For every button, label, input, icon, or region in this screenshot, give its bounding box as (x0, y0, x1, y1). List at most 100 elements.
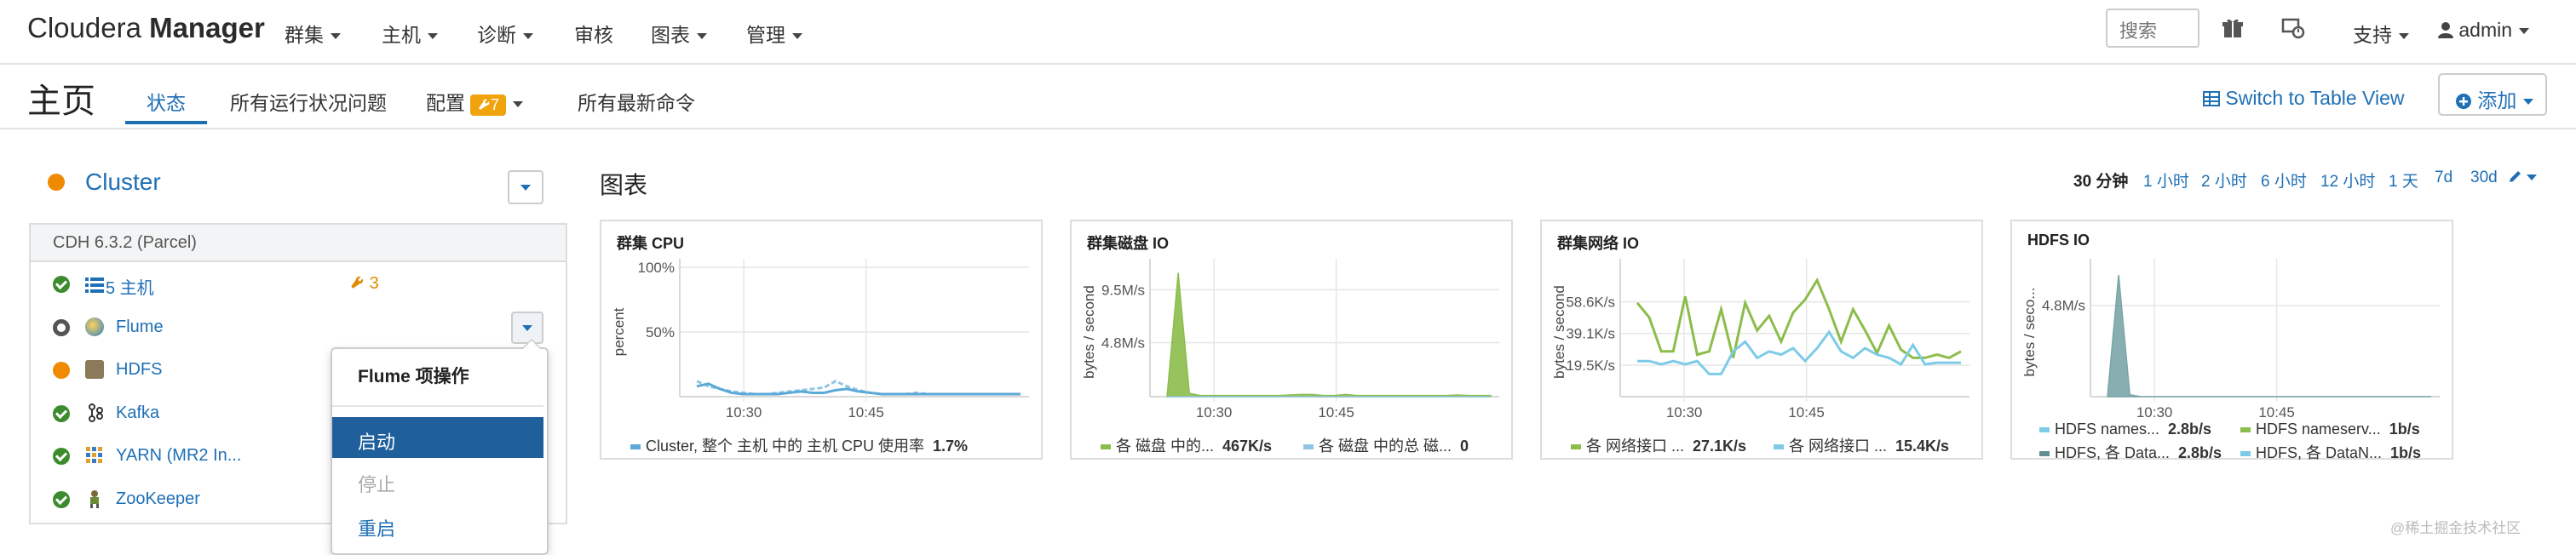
chart-card-hdfs-io[interactable]: HDFS IO bytes / seco... 4.8M/s 10:30 10:45 HD… (2010, 220, 2453, 463)
ok-status-icon (53, 276, 70, 293)
service-name[interactable]: HDFS (116, 360, 162, 380)
menu-item-start[interactable]: 启动 (332, 417, 543, 458)
hosts-issues-count: 3 (369, 274, 379, 293)
range-1d[interactable]: 1 天 (2389, 169, 2418, 192)
wrench-icon (479, 99, 490, 110)
nav-clusters[interactable]: 群集 (285, 19, 341, 48)
range-12h[interactable]: 12 小时 (2320, 169, 2375, 192)
chart-plot: bytes / second 9.5M/s 4.8M/s 10:30 10:45 (1081, 259, 1499, 421)
chart-plot: percent 100% 50% 10:30 10:45 (611, 259, 1029, 421)
legend-entry[interactable]: HDFS, 各 DataN... 1b/s (2240, 441, 2421, 463)
service-name[interactable]: ZooKeeper (116, 489, 200, 509)
y-tick-label: 39.1K/s (1566, 326, 1615, 342)
kafka-icon (89, 403, 103, 422)
hosts-row[interactable]: 5 主机 3 (29, 264, 567, 306)
watermark: @稀土掘金技术社区 (2390, 520, 2521, 536)
running-commands-icon[interactable] (2281, 17, 2305, 45)
service-name[interactable]: Kafka (116, 403, 159, 423)
legend-name: HDFS nameserv... (2256, 421, 2381, 438)
legend-swatch (2039, 427, 2050, 433)
menu-item-stop: 停止 (358, 474, 396, 495)
legend-entry[interactable]: 各 网络接口 ... 15.4K/s (1774, 434, 1949, 456)
chevron-down-icon (523, 33, 533, 40)
x-tick-label: 10:45 (848, 404, 884, 421)
series-line (1637, 329, 1961, 375)
menu-item-restart[interactable]: 重启 (332, 504, 543, 545)
legend-name: 各 网络接口 ... (1789, 438, 1888, 455)
nav-hosts[interactable]: 主机 (382, 19, 438, 48)
brand-bold: Manager (149, 12, 265, 43)
legend-entry[interactable]: HDFS, 各 Data... 2.8b/s (2039, 441, 2222, 463)
x-tick-label: 10:45 (1788, 404, 1825, 421)
tab-status[interactable]: 状态 (147, 87, 186, 116)
nav-audits[interactable]: 审核 (574, 19, 613, 48)
range-30m[interactable]: 30 分钟 (2073, 169, 2128, 192)
nav-label: 群集 (285, 24, 324, 46)
service-name[interactable]: Flume (116, 318, 164, 337)
legend-entry[interactable]: Cluster, 整个 主机 中的 主机 CPU 使用率 1.7% (630, 434, 968, 456)
cluster-actions-button[interactable] (508, 170, 543, 204)
legend-value: 0 (1460, 438, 1469, 455)
parcel-gift-icon[interactable] (2222, 17, 2244, 45)
range-edit[interactable] (2508, 169, 2537, 187)
cluster-name-link[interactable]: Cluster (85, 169, 161, 196)
y-axis-label: percent (611, 307, 627, 356)
nav-label: 图表 (651, 24, 690, 46)
nav-diagnostics[interactable]: 诊断 (477, 19, 533, 48)
range-6h[interactable]: 6 小时 (2261, 169, 2307, 192)
add-button[interactable]: 添加 (2438, 73, 2547, 116)
tab-configuration[interactable]: 配置 7 (426, 87, 524, 116)
chevron-down-icon (2527, 175, 2537, 181)
x-tick-label: 10:30 (1666, 404, 1703, 421)
hosts-config-issues[interactable]: 3 (349, 274, 379, 294)
config-issues-badge: 7 (470, 94, 507, 116)
chevron-down-icon (2519, 28, 2530, 35)
range-2h[interactable]: 2 小时 (2201, 169, 2247, 192)
range-1h[interactable]: 1 小时 (2143, 169, 2189, 192)
chevron-down-icon (522, 325, 532, 331)
user-menu[interactable]: admin (2438, 19, 2530, 42)
y-tick-label: 19.5K/s (1566, 358, 1615, 374)
legend-value: 1b/s (2390, 444, 2422, 461)
legend-value: 15.4K/s (1895, 438, 1950, 455)
legend-swatch (1101, 444, 1111, 450)
legend-entry[interactable]: HDFS nameserv... 1b/s (2240, 421, 2420, 438)
stopped-status-icon (53, 319, 70, 336)
brand-logo[interactable]: Cloudera Manager (27, 12, 265, 44)
chevron-down-icon (2523, 99, 2534, 106)
legend-entry[interactable]: 各 磁盘 中的... 467K/s (1101, 434, 1272, 456)
search-input[interactable] (2106, 9, 2199, 48)
hdfs-icon (85, 360, 104, 379)
x-tick-label: 10:30 (726, 404, 762, 421)
legend-entry[interactable]: 各 网络接口 ... 27.1K/s (1571, 434, 1746, 456)
legend-entry[interactable]: HDFS names... 2.8b/s (2039, 421, 2211, 438)
tab-active-indicator (125, 121, 207, 124)
charts-title: 图表 (600, 172, 648, 198)
tab-all-health-issues[interactable]: 所有运行状况问题 (230, 87, 387, 116)
chart-card-cluster-cpu[interactable]: 群集 CPU percent 100% 50% 10:30 10:45 Cluster, 整… (600, 220, 1043, 460)
user-icon (2438, 22, 2453, 38)
legend-value: 1.7% (933, 438, 969, 455)
nav-administration[interactable]: 管理 (746, 19, 802, 48)
legend-value: 467K/s (1222, 438, 1273, 455)
service-name[interactable]: YARN (MR2 In... (116, 446, 241, 466)
range-30d[interactable]: 30d (2470, 169, 2498, 187)
support-menu[interactable]: 支持 (2353, 19, 2409, 48)
brand-light: Cloudera (27, 12, 141, 43)
range-7d[interactable]: 7d (2435, 169, 2452, 187)
chart-card-cluster-disk-io[interactable]: 群集磁盘 IO bytes / second 9.5M/s 4.8M/s 10:30 10… (1070, 220, 1513, 460)
chevron-down-icon (331, 33, 341, 40)
chart-card-cluster-network-io[interactable]: 群集网络 IO bytes / second 58.6K/s 39.1K/s 19.5K… (1540, 220, 1983, 460)
y-axis-label: bytes / seco... (2021, 288, 2038, 377)
legend-entry[interactable]: 各 磁盘 中的总 磁... 0 (1303, 434, 1469, 456)
y-tick-label: 50% (646, 324, 675, 340)
switch-table-view-link[interactable]: Switch to Table View (2203, 87, 2405, 110)
nav-charts[interactable]: 图表 (651, 19, 707, 48)
ok-status-icon (53, 491, 70, 508)
y-tick-label: 9.5M/s (1101, 282, 1145, 298)
cluster-status-icon (48, 174, 65, 191)
legend-swatch (1303, 444, 1314, 450)
service-row-flume[interactable]: Flume (29, 307, 567, 350)
tab-all-recent-commands[interactable]: 所有最新命令 (578, 87, 695, 116)
ok-status-icon (53, 405, 70, 422)
